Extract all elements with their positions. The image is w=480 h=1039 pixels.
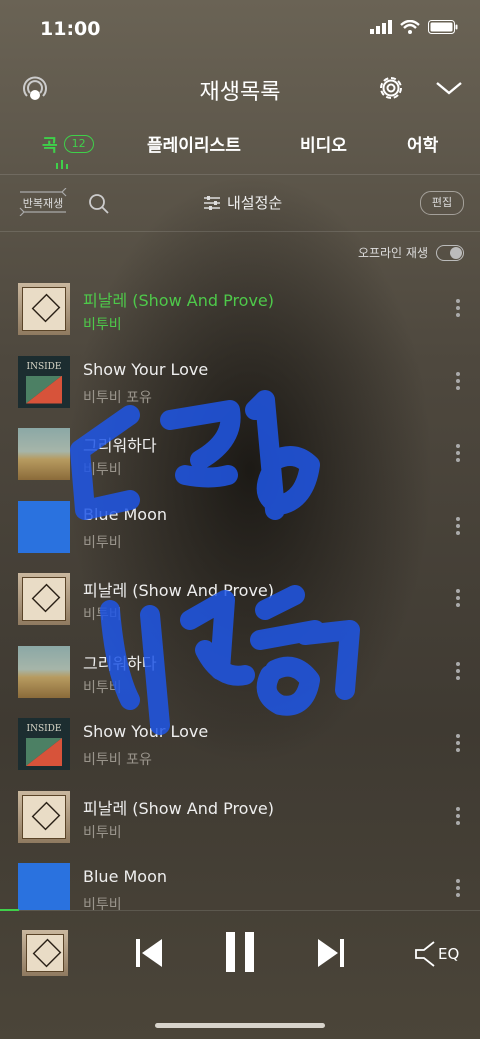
song-artist: 비투비 — [83, 317, 122, 333]
more-options-icon[interactable] — [450, 589, 466, 609]
song-title: Show Your Love — [83, 722, 209, 741]
album-art — [18, 790, 70, 843]
settings-button[interactable] — [375, 72, 407, 104]
song-title: Blue Moon — [83, 504, 168, 524]
page-title: 재생목록 — [199, 80, 281, 105]
album-art-text: INSIDE — [26, 361, 62, 372]
player-divider — [0, 910, 480, 911]
song-row[interactable]: 피날레 (Show And Prove) 비투비 — [0, 273, 480, 345]
album-art — [18, 863, 70, 910]
sort-button[interactable]: 내설정순 — [203, 192, 282, 213]
album-art: INSIDE — [18, 718, 70, 770]
next-icon — [318, 939, 344, 967]
chevron-down-icon — [436, 82, 462, 95]
offline-play-row: 오프라인 재생 — [358, 244, 464, 261]
song-artist: 비투비 포유 — [83, 752, 152, 768]
song-title: 그리워하다 — [83, 653, 157, 673]
song-artist: 비투비 포유 — [83, 389, 152, 406]
song-count-badge: 12 — [63, 134, 94, 153]
wifi-icon — [400, 20, 420, 34]
pause-icon — [226, 932, 254, 972]
sliders-icon — [204, 195, 220, 210]
signal-icon — [370, 20, 392, 34]
album-art-text: INSIDE — [26, 724, 62, 734]
song-title: 그리워하다 — [83, 436, 157, 455]
edit-button[interactable]: 편집 — [420, 191, 464, 215]
status-time: 11:00 — [40, 18, 101, 40]
tab-songs-label: 곡 — [42, 136, 58, 156]
tab-video[interactable]: 비디오 — [300, 131, 347, 156]
home-indicator — [155, 1023, 325, 1028]
status-icons — [370, 20, 458, 34]
collapse-button[interactable] — [435, 78, 463, 98]
tab-songs[interactable]: 곡 12 — [42, 131, 94, 156]
song-title: 피날레 (Show And Prove) — [83, 798, 275, 818]
song-artist: 비투비 — [83, 679, 122, 696]
song-row[interactable]: Blue Moon 비투비 — [0, 491, 480, 563]
song-row[interactable]: INSIDE Show Your Love 비투비 포유 — [0, 708, 480, 780]
song-title: Show Your Love — [83, 359, 209, 379]
repeat-button[interactable]: 반복재생 — [16, 188, 70, 216]
divider — [0, 231, 480, 232]
more-options-icon[interactable] — [450, 806, 466, 827]
song-artist: 비투비 — [83, 534, 122, 551]
previous-icon — [136, 939, 162, 967]
album-art: INSIDE — [18, 355, 70, 408]
more-options-icon[interactable] — [450, 879, 466, 899]
song-row[interactable]: 그리워하다비투비 — [0, 636, 480, 708]
song-artist: 비투비 — [83, 607, 122, 623]
speaker-icon — [415, 941, 435, 967]
gear-icon — [380, 77, 402, 99]
more-options-icon[interactable] — [450, 444, 466, 464]
more-options-icon[interactable] — [450, 516, 466, 537]
album-art — [18, 573, 70, 625]
song-artist: 비투비 — [83, 897, 122, 910]
song-row[interactable]: 피날레 (Show And Prove) 비투비 — [0, 781, 480, 853]
repeat-label: 반복재생 — [22, 197, 64, 210]
song-title: Blue Moon — [83, 867, 168, 886]
song-artist: 비투비 — [83, 462, 122, 478]
album-art — [18, 283, 70, 335]
next-button[interactable] — [316, 937, 346, 969]
song-row[interactable]: INSIDE Show Your Love 비투비 포유 — [0, 346, 480, 418]
song-title: 피날레 (Show And Prove) — [83, 291, 275, 310]
search-button[interactable] — [88, 193, 110, 215]
playing-indicator-icon — [56, 160, 68, 169]
divider — [0, 174, 480, 175]
offline-play-toggle[interactable] — [436, 244, 464, 261]
song-list: 피날레 (Show And Prove) 비투비 INSIDE Show Your L… — [0, 273, 480, 910]
playback-progress[interactable] — [0, 909, 20, 911]
battery-icon — [428, 20, 458, 34]
song-row[interactable]: 그리워하다비투비 — [0, 418, 480, 490]
previous-button[interactable] — [134, 937, 164, 969]
more-options-icon[interactable] — [450, 371, 466, 392]
more-options-icon[interactable] — [450, 734, 466, 754]
offline-play-label: 오프라인 재생 — [357, 246, 428, 260]
song-row[interactable]: Blue Moon 비투비 — [0, 853, 480, 910]
tab-playlist[interactable]: 플레이리스트 — [147, 131, 241, 156]
tab-language[interactable]: 어학 — [407, 131, 438, 156]
sort-label: 내설정순 — [227, 194, 283, 212]
more-options-icon[interactable] — [450, 661, 466, 682]
now-playing-album-art[interactable] — [22, 930, 68, 976]
eq-label: EQ — [438, 945, 460, 963]
song-artist: 비투비 — [83, 824, 122, 841]
more-options-icon[interactable] — [450, 299, 466, 319]
song-row[interactable]: 피날레 (Show And Prove) 비투비 — [0, 563, 480, 635]
search-icon — [89, 194, 109, 214]
song-title: 피날레 (Show And Prove) — [83, 581, 275, 600]
pause-button[interactable] — [224, 932, 256, 972]
eq-button[interactable]: EQ — [414, 940, 459, 968]
album-art — [18, 645, 70, 698]
album-art — [18, 428, 70, 480]
album-art — [18, 500, 70, 553]
